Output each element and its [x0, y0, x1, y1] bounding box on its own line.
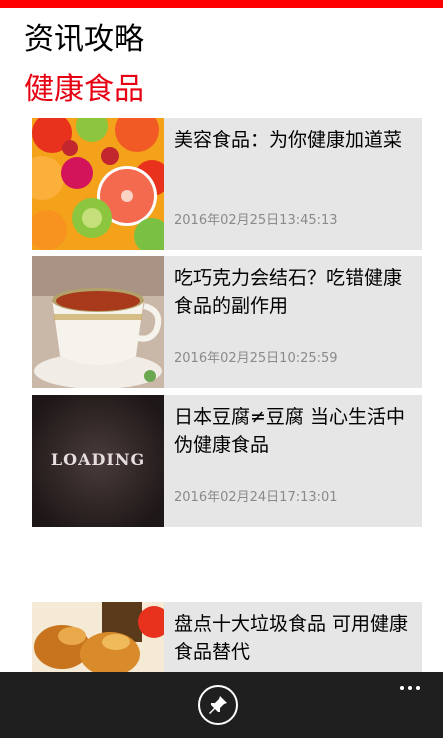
- pin-button[interactable]: [198, 685, 238, 725]
- top-accent-bar: [0, 0, 443, 8]
- pin-icon: [209, 696, 227, 714]
- news-item[interactable]: 美容食品：为你健康加道菜 2016年02月25日13:45:13: [32, 118, 422, 250]
- news-title: 美容食品：为你健康加道菜: [174, 129, 403, 151]
- news-item[interactable]: LOADING 日本豆腐≠豆腐 当心生活中伪健康食品 2016年02月24日17…: [32, 395, 422, 527]
- news-date: 2016年02月24日17:13:01: [174, 490, 338, 505]
- more-icon: [400, 686, 404, 690]
- tea-cup-thumbnail: [32, 256, 164, 388]
- app-title: 资讯攻略: [24, 22, 144, 57]
- news-title: 吃巧克力会结石？吃错健康食品的副作用: [174, 267, 403, 317]
- loading-text: LOADING: [51, 450, 145, 469]
- news-item[interactable]: 吃巧克力会结石？吃错健康食品的副作用 2016年02月25日10:25:59: [32, 256, 422, 388]
- fruits-thumbnail: [32, 118, 164, 250]
- loading-thumbnail: LOADING: [32, 395, 164, 527]
- news-title: 盘点十大垃圾食品 可用健康食品替代: [174, 613, 409, 663]
- news-date: 2016年02月25日13:45:13: [174, 213, 338, 228]
- app-root: 资讯攻略 健康食品 美容食品：为你健康加道菜 2016年02月25日13:45:…: [0, 0, 443, 738]
- app-bar: [0, 672, 443, 738]
- news-title: 日本豆腐≠豆腐 当心生活中伪健康食品: [174, 406, 405, 456]
- section-title: 健康食品: [24, 72, 144, 107]
- more-button[interactable]: [392, 678, 428, 698]
- news-date: 2016年02月25日10:25:59: [174, 351, 338, 366]
